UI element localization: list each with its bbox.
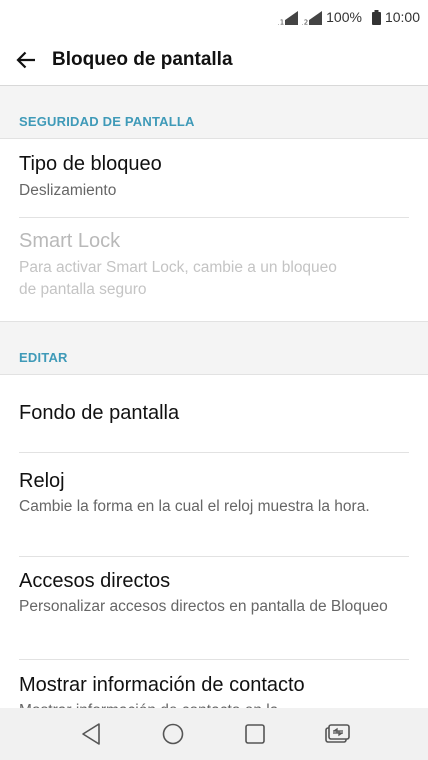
setting-title: Smart Lock — [19, 230, 121, 252]
setting-subtitle: Para activar Smart Lock, cambie a un blo… — [19, 259, 337, 298]
sim1-signal-icon: 1 — [278, 9, 299, 25]
section-header-edit: EDITAR — [0, 321, 428, 375]
svg-text:2: 2 — [304, 18, 308, 25]
setting-lock-type[interactable]: Tipo de bloqueo Deslizamiento — [19, 139, 409, 218]
setting-wallpaper[interactable]: Fondo de pantalla — [19, 375, 409, 453]
back-button[interactable] — [0, 34, 52, 86]
nav-dual-window-button[interactable] — [317, 714, 357, 754]
recents-square-icon — [245, 724, 265, 744]
app-bar: Bloqueo de pantalla — [0, 34, 428, 86]
status-bar: 1 2 100% 10:00 — [0, 0, 428, 34]
svg-text:1: 1 — [280, 18, 284, 25]
settings-list[interactable]: SEGURIDAD DE PANTALLA Tipo de bloqueo De… — [0, 86, 428, 708]
setting-title: Reloj — [19, 470, 65, 492]
navigation-bar — [0, 708, 428, 760]
setting-subtitle: Mostrar información de contacto en la — [19, 700, 409, 708]
setting-subtitle: Personalizar accesos directos en pantall… — [19, 598, 388, 615]
arrow-left-icon — [16, 51, 35, 68]
section-header-screen-security: SEGURIDAD DE PANTALLA — [0, 86, 428, 139]
nav-recents-button[interactable] — [235, 714, 275, 754]
setting-title: Tipo de bloqueo — [19, 153, 162, 175]
dual-window-icon — [325, 724, 350, 743]
battery-percent: 100% — [326, 9, 362, 25]
home-circle-icon — [162, 723, 184, 745]
battery-icon — [371, 9, 381, 25]
nav-back-button[interactable] — [71, 714, 111, 754]
page-title: Bloqueo de pantalla — [52, 48, 233, 70]
setting-title: Accesos directos — [19, 570, 171, 592]
setting-title: Mostrar información de contacto — [19, 674, 305, 696]
setting-subtitle: Cambie la forma en la cual el reloj mues… — [19, 498, 370, 515]
sim2-signal-icon: 2 — [302, 9, 323, 25]
nav-home-button[interactable] — [153, 714, 193, 754]
setting-title: Fondo de pantalla — [19, 402, 180, 424]
back-triangle-icon — [82, 723, 100, 745]
setting-subtitle: Deslizamiento — [19, 182, 117, 199]
clock: 10:00 — [384, 9, 420, 25]
setting-smart-lock: Smart Lock Para activar Smart Lock, camb… — [19, 218, 409, 321]
setting-contact-info[interactable]: Mostrar información de contacto Mostrar … — [19, 660, 409, 708]
setting-shortcuts[interactable]: Accesos directos Personalizar accesos di… — [19, 557, 409, 660]
setting-clock[interactable]: Reloj Cambie la forma en la cual el relo… — [19, 453, 409, 557]
